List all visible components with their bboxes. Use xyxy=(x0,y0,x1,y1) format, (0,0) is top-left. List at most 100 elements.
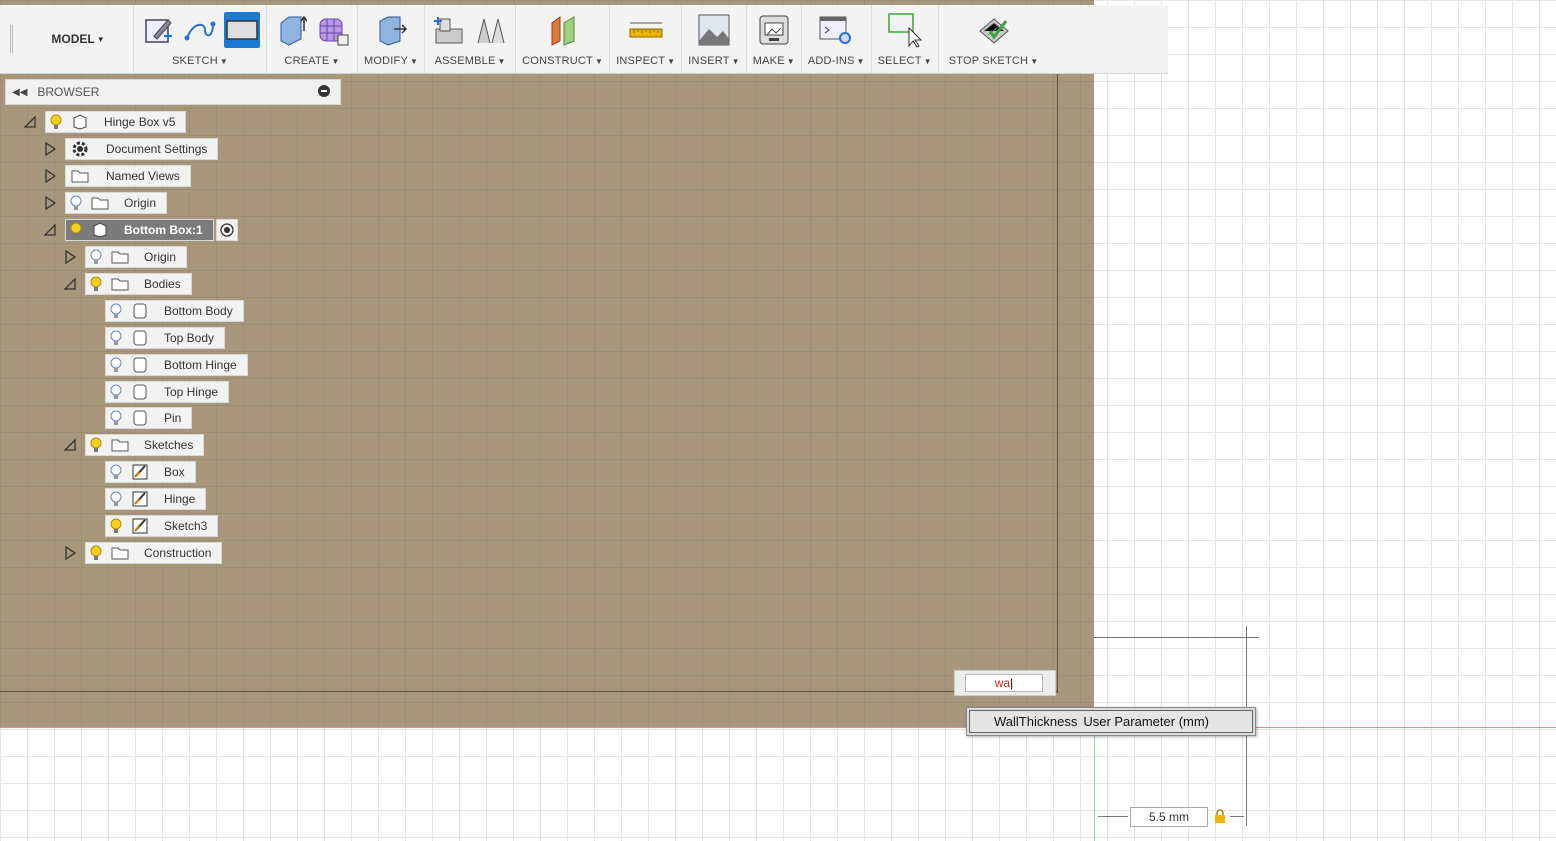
visibility-bulb-icon[interactable] xyxy=(46,112,66,132)
folder-icon xyxy=(110,247,130,267)
expand-arrow-icon[interactable] xyxy=(43,195,57,211)
component-icon xyxy=(70,112,90,132)
visibility-bulb-icon[interactable] xyxy=(106,301,126,321)
stop-sketch-menu[interactable]: STOP SKETCH ▼ xyxy=(949,55,1039,71)
lock-icon xyxy=(1214,809,1226,823)
body-icon xyxy=(130,301,150,321)
expand-arrow-icon[interactable] xyxy=(43,168,57,184)
browser-node[interactable]: Document Settings xyxy=(65,138,219,160)
chevron-down-icon: ▼ xyxy=(96,34,105,44)
rectangle-top-edge xyxy=(1094,637,1259,638)
browser-node-label: Bottom Body xyxy=(164,304,233,318)
offset-plane-icon[interactable] xyxy=(545,12,581,48)
body-icon xyxy=(130,408,150,428)
expand-arrow-icon[interactable] xyxy=(63,545,77,561)
insert-menu[interactable]: INSERT ▼ xyxy=(688,55,739,71)
visibility-bulb-icon[interactable] xyxy=(106,462,126,482)
stop-sketch-icon[interactable] xyxy=(976,12,1012,48)
form-icon[interactable] xyxy=(315,12,351,48)
extrude-icon[interactable] xyxy=(273,12,309,48)
browser-node[interactable]: Sketches xyxy=(85,434,205,456)
browser-node[interactable]: Named Views xyxy=(65,165,191,187)
browser-node[interactable]: Top Body xyxy=(105,327,226,349)
create-sketch-icon[interactable] xyxy=(140,12,176,48)
autocomplete-suggestion[interactable]: WallThickness User Parameter (mm) xyxy=(966,707,1256,736)
modify-menu[interactable]: MODIFY ▼ xyxy=(364,55,418,71)
make-group: MAKE ▼ xyxy=(745,5,801,73)
construct-menu[interactable]: CONSTRUCT ▼ xyxy=(522,55,603,71)
inspect-menu[interactable]: INSPECT ▼ xyxy=(616,55,675,71)
create-menu[interactable]: CREATE ▼ xyxy=(284,55,339,71)
browser-node[interactable]: Construction xyxy=(85,542,223,564)
browser-node[interactable]: Origin xyxy=(85,246,188,268)
visibility-bulb-icon[interactable] xyxy=(66,193,86,213)
browser-node[interactable]: Bottom Box:1 xyxy=(65,219,238,241)
new-component-icon[interactable] xyxy=(431,12,467,48)
select-icon[interactable] xyxy=(887,12,923,48)
visibility-bulb-icon[interactable] xyxy=(106,382,126,402)
make-menu[interactable]: MAKE ▼ xyxy=(753,55,795,71)
visibility-bulb-icon[interactable] xyxy=(106,408,126,428)
dimension-value-label[interactable]: 5.5 mm xyxy=(1130,807,1208,827)
workspace-switcher[interactable]: MODEL ▼ xyxy=(23,5,133,73)
inspect-group: INSPECT ▼ xyxy=(609,5,681,73)
collapse-arrow-icon[interactable] xyxy=(43,223,57,237)
sketch-menu[interactable]: SKETCH ▼ xyxy=(172,55,228,71)
3d-print-icon[interactable] xyxy=(756,12,792,48)
rectangle-icon[interactable] xyxy=(224,12,260,48)
expand-arrow-icon[interactable] xyxy=(63,249,77,265)
scripts-addins-icon[interactable] xyxy=(818,12,854,48)
assemble-group: ASSEMBLE ▼ xyxy=(424,5,515,73)
browser-node[interactable]: Sketch3 xyxy=(105,515,219,537)
visibility-bulb-icon[interactable] xyxy=(106,489,126,509)
visibility-bulb-icon[interactable] xyxy=(66,220,86,240)
browser-node[interactable]: Bodies xyxy=(85,273,192,295)
collapse-arrow-icon[interactable] xyxy=(23,115,37,129)
y-axis-line xyxy=(1094,727,1095,841)
collapse-arrow-icon[interactable] xyxy=(63,438,77,452)
browser-node-label: Sketches xyxy=(144,438,194,452)
minimize-icon[interactable] xyxy=(318,85,330,97)
toolbar-grip[interactable] xyxy=(10,25,23,53)
visibility-bulb-icon[interactable] xyxy=(86,274,106,294)
collapse-arrow-icon[interactable] xyxy=(63,277,77,291)
browser-node[interactable]: Hinge xyxy=(105,488,207,510)
collapse-browser-icon[interactable]: ◀◀ xyxy=(12,87,27,98)
dimension-input[interactable]: wa| xyxy=(965,674,1043,692)
browser-node[interactable]: Box xyxy=(105,461,196,483)
assemble-menu[interactable]: ASSEMBLE ▼ xyxy=(435,55,506,71)
select-menu[interactable]: SELECT ▼ xyxy=(878,55,932,71)
browser-node[interactable]: Origin xyxy=(65,192,168,214)
browser-node[interactable]: Top Hinge xyxy=(105,381,230,403)
joint-icon[interactable] xyxy=(473,12,509,48)
visibility-bulb-icon[interactable] xyxy=(86,543,106,563)
suggestion-detail: User Parameter (mm) xyxy=(1083,714,1210,729)
visibility-bulb-icon[interactable] xyxy=(86,435,106,455)
expand-arrow-icon[interactable] xyxy=(43,141,57,157)
workspace-label: MODEL xyxy=(51,32,95,46)
folder-icon xyxy=(110,274,130,294)
browser-title: BROWSER xyxy=(37,85,100,99)
browser-header[interactable]: ◀◀ BROWSER xyxy=(5,79,341,105)
measure-icon[interactable] xyxy=(628,12,664,48)
visibility-bulb-icon[interactable] xyxy=(106,355,126,375)
press-pull-icon[interactable] xyxy=(373,12,409,48)
browser-node-label: Document Settings xyxy=(106,142,208,156)
visibility-bulb-icon[interactable] xyxy=(106,328,126,348)
suggestion-name: WallThickness xyxy=(994,714,1078,729)
folder-icon xyxy=(70,166,90,186)
addins-menu[interactable]: ADD-INS ▼ xyxy=(808,55,865,71)
browser-node[interactable]: Pin xyxy=(105,407,193,429)
sketch-group: SKETCH ▼ xyxy=(133,5,266,73)
browser-node[interactable]: Hinge Box v5 xyxy=(45,111,187,133)
browser-node[interactable]: Bottom Hinge xyxy=(105,354,248,376)
activate-component-icon[interactable] xyxy=(215,219,238,241)
spline-icon[interactable] xyxy=(182,12,218,48)
create-group: CREATE ▼ xyxy=(266,5,357,73)
dimension-line-right xyxy=(1230,816,1244,817)
insert-image-icon[interactable] xyxy=(696,12,732,48)
browser-node[interactable]: Bottom Body xyxy=(105,300,244,322)
browser-node-label: Hinge Box v5 xyxy=(104,115,176,129)
visibility-bulb-icon[interactable] xyxy=(86,247,106,267)
visibility-bulb-icon[interactable] xyxy=(106,516,126,536)
